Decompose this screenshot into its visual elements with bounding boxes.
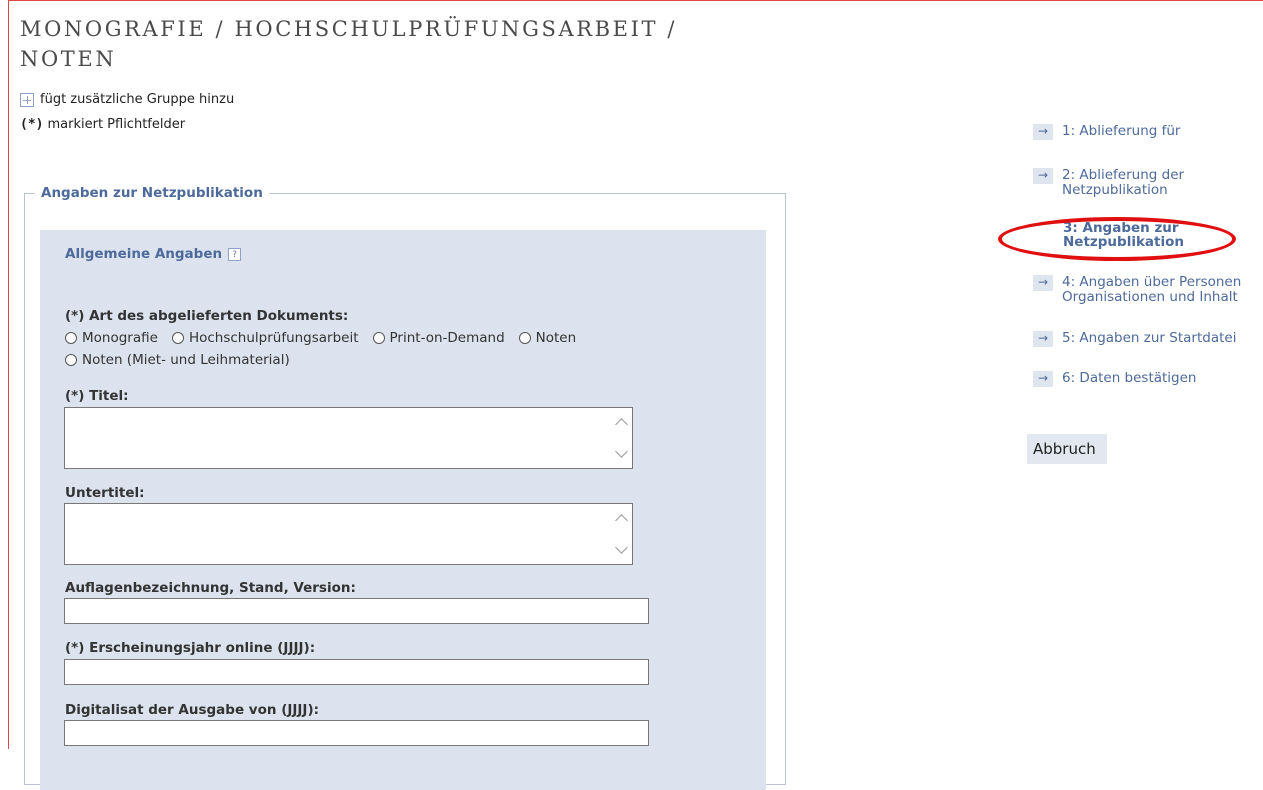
scroll-down-icon[interactable] [615,445,628,458]
titel-textarea[interactable] [64,407,633,469]
scrollbar[interactable] [614,506,630,562]
legend-required: (*) markiert Pflichtfelder [20,117,185,132]
section-title: Allgemeine Angaben [65,246,223,262]
arrow-right-icon: → [1033,168,1053,184]
scroll-up-icon[interactable] [615,514,628,527]
cancel-button[interactable]: Abbruch [1027,434,1107,464]
radio-hochschulpruefungsarbeit[interactable]: Hochschulprüfungsarbeit [171,330,359,346]
radio-button[interactable] [518,332,531,344]
allgemeine-angaben-panel: Allgemeine Angaben ? (*) Art des abgelie… [40,230,766,790]
auflage-label: Auflagenbezeichnung, Stand, Version: [65,580,356,596]
radio-monografie[interactable]: Monografie [65,330,158,346]
fieldset-legend: Angaben zur Netzpublikation [41,185,263,201]
untertitel-label: Untertitel: [65,485,145,501]
legend-add-group-text: fügt zusätzliche Gruppe hinzu [40,92,235,107]
scroll-up-icon[interactable] [615,418,628,431]
radio-button[interactable] [171,332,184,344]
radio-button[interactable] [372,332,385,344]
arrow-right-icon: → [1033,124,1053,140]
radio-print-on-demand[interactable]: Print-on-Demand [372,330,505,346]
page-title: MONOGRAFIE / HOCHSCHULPRÜFUNGSARBEIT / N… [20,17,678,71]
untertitel-textarea[interactable] [64,503,633,565]
erscheinungsjahr-input[interactable] [64,659,649,685]
legend-add-group: fügt zusätzliche Gruppe hinzu [20,92,234,107]
doc-type-label: (*) Art des abgelieferten Dokuments: [65,308,349,324]
doc-type-radio-group: Monografie Hochschulprüfungsarbeit Print… [65,330,584,346]
scroll-down-icon[interactable] [615,541,628,554]
help-icon[interactable]: ? [228,247,242,261]
section-header: Allgemeine Angaben ? [65,246,242,262]
radio-noten[interactable]: Noten [518,330,576,346]
radio-button[interactable] [65,354,77,366]
auflage-input[interactable] [64,598,649,624]
highlight-ring [998,217,1236,261]
digitalisat-label: Digitalisat der Ausgabe von (JJJJ): [65,702,320,718]
arrow-right-icon: → [1033,275,1053,291]
radio-noten-miet-leih[interactable]: Noten (Miet- und Leihmaterial) [65,352,290,368]
add-group-icon [20,92,34,107]
scrollbar[interactable] [614,410,630,466]
arrow-right-icon: → [1033,331,1053,347]
arrow-right-icon: → [1033,371,1053,387]
titel-label: (*) Titel: [65,388,129,404]
doc-type-radio-group-row2: Noten (Miet- und Leihmaterial) [65,352,298,368]
digitalisat-input[interactable] [64,720,649,746]
required-marker: (*) [20,117,44,132]
erscheinungsjahr-label: (*) Erscheinungsjahr online (JJJJ): [65,640,316,656]
legend-required-text: markiert Pflichtfelder [47,117,186,132]
radio-button[interactable] [65,332,77,344]
